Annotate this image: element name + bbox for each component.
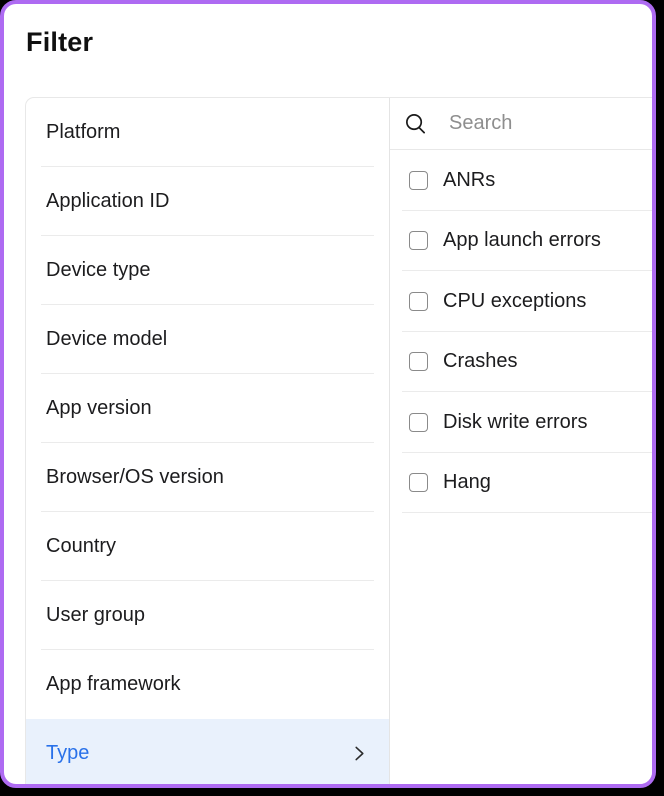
category-label: Browser/OS version bbox=[46, 466, 224, 488]
option-hang[interactable]: Hang bbox=[390, 453, 652, 514]
category-label: Device model bbox=[46, 328, 168, 350]
category-user-group[interactable]: User group bbox=[26, 581, 389, 650]
category-label: Type bbox=[46, 742, 90, 764]
category-device-type[interactable]: Device type bbox=[26, 236, 389, 305]
option-disk-write-errors[interactable]: Disk write errors bbox=[390, 392, 652, 453]
checkbox-app-launch-errors[interactable] bbox=[409, 231, 428, 251]
search-bar bbox=[390, 98, 652, 150]
filter-category-list: Platform Application ID Device type Devi… bbox=[26, 98, 390, 784]
option-crashes[interactable]: Crashes bbox=[390, 332, 652, 393]
screenshot-stage: Filter Platform Application ID Device ty… bbox=[0, 0, 664, 796]
category-app-framework[interactable]: App framework bbox=[26, 650, 389, 719]
search-icon bbox=[406, 114, 425, 134]
category-app-version[interactable]: App version bbox=[26, 374, 389, 443]
category-label: Platform bbox=[46, 121, 121, 143]
checkbox-disk-write-errors[interactable] bbox=[409, 412, 428, 432]
option-app-launch-errors[interactable]: App launch errors bbox=[390, 211, 652, 272]
category-application-id[interactable]: Application ID bbox=[26, 167, 389, 236]
category-type-selected[interactable]: Type bbox=[26, 719, 389, 784]
option-anrs[interactable]: ANRs bbox=[390, 150, 652, 211]
filter-content: Platform Application ID Device type Devi… bbox=[25, 97, 652, 784]
option-label: Crashes bbox=[443, 350, 518, 373]
category-platform[interactable]: Platform bbox=[26, 98, 389, 167]
category-device-model[interactable]: Device model bbox=[26, 305, 389, 374]
checkbox-hang[interactable] bbox=[409, 473, 428, 493]
type-options-panel: ANRs App launch errors CPU exceptions Cr… bbox=[390, 98, 652, 784]
option-label: App launch errors bbox=[443, 229, 601, 252]
category-browser-os-version[interactable]: Browser/OS version bbox=[26, 443, 389, 512]
dialog-title: Filter bbox=[26, 27, 94, 57]
search-input[interactable] bbox=[447, 111, 621, 136]
category-label: User group bbox=[46, 604, 145, 626]
checkbox-anrs[interactable] bbox=[409, 170, 428, 190]
filter-dialog: Filter Platform Application ID Device ty… bbox=[0, 0, 656, 788]
option-label: Disk write errors bbox=[443, 410, 588, 433]
option-label: ANRs bbox=[443, 168, 496, 191]
category-label: Application ID bbox=[46, 190, 170, 212]
category-label: App version bbox=[46, 397, 152, 419]
option-label: Hang bbox=[443, 471, 491, 494]
category-label: Country bbox=[46, 535, 117, 557]
category-country[interactable]: Country bbox=[26, 512, 389, 581]
category-label: Device type bbox=[46, 259, 151, 281]
checkbox-cpu-exceptions[interactable] bbox=[409, 291, 428, 311]
category-label: App framework bbox=[46, 673, 181, 695]
checkbox-crashes[interactable] bbox=[409, 352, 428, 372]
option-label: CPU exceptions bbox=[443, 289, 587, 312]
chevron-right-icon bbox=[355, 746, 364, 761]
option-cpu-exceptions[interactable]: CPU exceptions bbox=[390, 271, 652, 332]
